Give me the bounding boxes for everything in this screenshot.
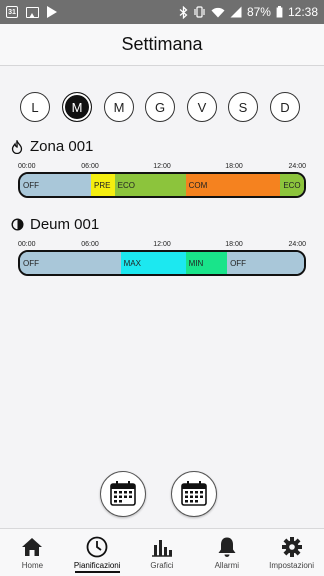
bluetooth-icon bbox=[179, 5, 188, 19]
copy-schedule-button[interactable] bbox=[100, 471, 146, 517]
play-store-icon bbox=[47, 6, 57, 18]
schedule-segment[interactable]: COM bbox=[185, 174, 281, 196]
day-button-lunedi[interactable]: L bbox=[20, 92, 50, 122]
schedule-segment[interactable]: ECO bbox=[114, 174, 186, 196]
tick-label: 18:00 bbox=[225, 163, 243, 170]
half-circle-icon bbox=[10, 218, 24, 232]
tab-home[interactable]: Home bbox=[0, 529, 65, 576]
wifi-icon bbox=[211, 7, 225, 18]
day-button-mercoledi[interactable]: M bbox=[104, 92, 134, 122]
battery-icon bbox=[276, 6, 283, 18]
schedule-segment[interactable]: OFF bbox=[20, 252, 121, 274]
app-header: Settimana bbox=[0, 24, 324, 66]
tab-label: Impostazioni bbox=[269, 561, 315, 570]
bar-chart-icon bbox=[150, 535, 174, 559]
tab-label: Grafici bbox=[150, 561, 174, 570]
page-title: Settimana bbox=[121, 34, 203, 54]
tab-label: Allarmi bbox=[214, 561, 240, 570]
paste-schedule-button[interactable] bbox=[171, 471, 217, 517]
tab-label: Pianificazioni bbox=[73, 561, 121, 570]
zone-title: Deum 001 bbox=[30, 216, 100, 233]
status-bar: 31 87% 12:38 bbox=[0, 0, 324, 24]
zone-title-row[interactable]: Deum 001 bbox=[10, 216, 99, 233]
day-button-sabato[interactable]: S bbox=[228, 92, 258, 122]
tab-pianificazioni[interactable]: Pianificazioni bbox=[65, 529, 130, 576]
tick-label: 06:00 bbox=[81, 163, 99, 170]
schedule-bar-zona[interactable]: OFF PRE ECO COM ECO bbox=[18, 172, 306, 198]
day-button-venerdi[interactable]: V bbox=[187, 92, 217, 122]
image-icon bbox=[26, 6, 39, 18]
day-button-martedi[interactable]: M bbox=[62, 92, 92, 122]
home-icon bbox=[20, 535, 44, 559]
clock-icon bbox=[85, 535, 109, 559]
tick-label: 12:00 bbox=[153, 241, 171, 248]
schedule-bar-deum[interactable]: OFF MAX MIN OFF bbox=[18, 250, 306, 276]
tick-label: 00:00 bbox=[18, 241, 36, 248]
schedule-segment[interactable]: OFF bbox=[20, 174, 91, 196]
tick-label: 12:00 bbox=[153, 163, 171, 170]
day-button-giovedi[interactable]: G bbox=[145, 92, 175, 122]
tab-impostazioni[interactable]: Impostazioni bbox=[259, 529, 324, 576]
tab-allarmi[interactable]: Allarmi bbox=[194, 529, 259, 576]
bottom-tab-bar: Home Pianificazioni Grafici Allarmi Impo… bbox=[0, 528, 324, 576]
tick-label: 24:00 bbox=[288, 241, 306, 248]
clock-time: 12:38 bbox=[287, 5, 318, 19]
zone-title-row[interactable]: Zona 001 bbox=[10, 138, 93, 155]
schedule-segment[interactable]: PRE bbox=[91, 174, 115, 196]
tab-label: Home bbox=[21, 561, 44, 570]
tab-grafici[interactable]: Grafici bbox=[130, 529, 195, 576]
signal-icon bbox=[230, 6, 242, 18]
schedule-segment[interactable]: MIN bbox=[185, 252, 228, 274]
tick-label: 18:00 bbox=[225, 241, 243, 248]
vibrate-icon bbox=[193, 6, 206, 18]
zone-title: Zona 001 bbox=[30, 138, 94, 155]
tick-label: 24:00 bbox=[288, 163, 306, 170]
schedule-content: L M M G V S D Zona 001 00:00 06:00 12:00… bbox=[0, 66, 324, 528]
calendar-copy-icon bbox=[110, 481, 136, 506]
schedule-segment[interactable]: MAX bbox=[120, 252, 186, 274]
flame-icon bbox=[10, 139, 24, 154]
schedule-segment[interactable]: OFF bbox=[227, 252, 304, 274]
tick-label: 06:00 bbox=[81, 241, 99, 248]
calendar-icon: 31 bbox=[6, 6, 18, 18]
tick-label: 00:00 bbox=[18, 163, 36, 170]
day-selector: L M M G V S D bbox=[20, 92, 304, 122]
bell-icon bbox=[215, 535, 239, 559]
battery-percent: 87% bbox=[246, 5, 271, 19]
day-button-domenica[interactable]: D bbox=[270, 92, 300, 122]
schedule-segment[interactable]: ECO bbox=[280, 174, 304, 196]
calendar-paste-icon bbox=[181, 481, 207, 506]
gear-icon bbox=[280, 535, 304, 559]
